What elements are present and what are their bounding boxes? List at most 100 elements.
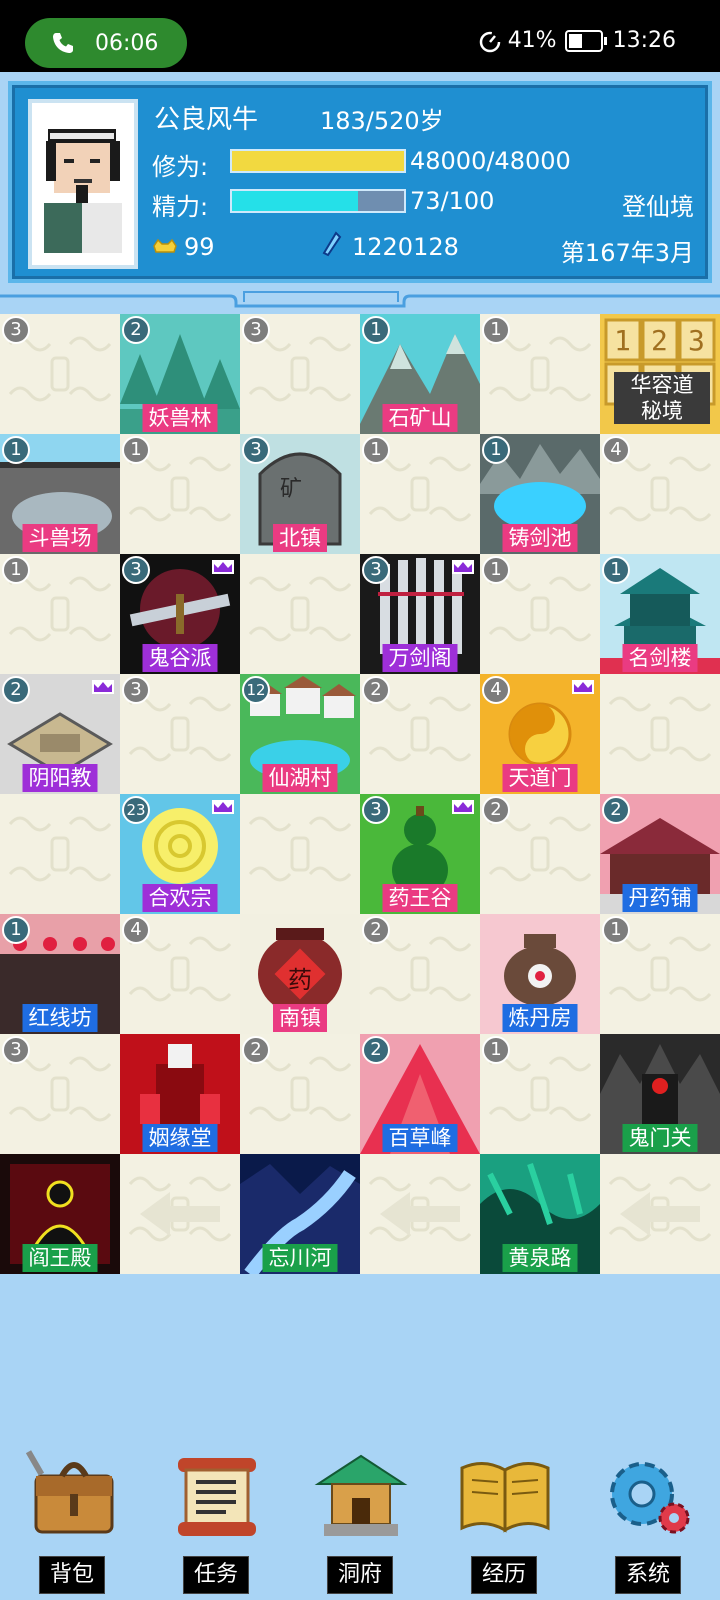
visit-count-badge: 2 bbox=[362, 916, 390, 944]
map-tile-unexplored[interactable] bbox=[600, 1154, 720, 1274]
nav-history[interactable]: 经历 bbox=[444, 1440, 564, 1600]
visit-count-badge: 2 bbox=[242, 1036, 270, 1064]
bottom-nav: 背包 任务 洞府 经历 系统 bbox=[0, 1440, 720, 1600]
map-location[interactable]: 南镇药 bbox=[240, 914, 360, 1034]
nav-cave-dwelling-label: 洞府 bbox=[326, 1556, 394, 1594]
cultivation-value: 48000/48000 bbox=[410, 147, 571, 175]
cultivation-bar-fill bbox=[232, 151, 404, 171]
player-name: 公良风牛 bbox=[154, 105, 259, 135]
location-label: 百草峰 bbox=[382, 1124, 458, 1152]
map-location[interactable]: 2 妖兽林 bbox=[120, 314, 240, 434]
map-location[interactable]: 3 药王谷 bbox=[360, 794, 480, 914]
scroll-icon bbox=[178, 1458, 256, 1536]
map-location[interactable]: 1 红线坊 bbox=[0, 914, 120, 1034]
visit-count-badge: 23 bbox=[122, 796, 150, 824]
crown-icon bbox=[212, 800, 234, 814]
map-tile-unexplored[interactable]: 1 bbox=[360, 434, 480, 554]
location-label: 名剑楼 bbox=[622, 644, 698, 672]
nav-system[interactable]: 系统 bbox=[588, 1440, 708, 1600]
map-tile-unexplored[interactable]: 1 bbox=[480, 554, 600, 674]
puzzle-digit: 2 bbox=[651, 324, 668, 357]
crown-icon bbox=[452, 800, 474, 814]
map-tile-unexplored[interactable]: 2 bbox=[360, 674, 480, 794]
visit-count-badge: 1 bbox=[122, 436, 150, 464]
map-location[interactable]: 黄泉路 bbox=[480, 1154, 600, 1274]
map-location[interactable]: 2 丹药铺 bbox=[600, 794, 720, 914]
map-location[interactable]: 忘川河 bbox=[240, 1154, 360, 1274]
map-location[interactable]: 2 百草峰 bbox=[360, 1034, 480, 1154]
visit-count-badge: 1 bbox=[602, 916, 630, 944]
map-location[interactable]: 3 鬼谷派 bbox=[120, 554, 240, 674]
location-label: 阴阳教 bbox=[22, 764, 98, 792]
map-tile-unexplored[interactable]: 1 bbox=[480, 1034, 600, 1154]
map-location[interactable]: 姻缘堂 bbox=[120, 1034, 240, 1154]
ongoing-call-pill[interactable]: 06:06 bbox=[25, 18, 187, 68]
map-location[interactable]: 1 名剑楼 bbox=[600, 554, 720, 674]
visit-count-badge: 3 bbox=[122, 676, 150, 704]
location-label: 丹药铺 bbox=[622, 884, 698, 912]
nav-bag[interactable]: 背包 bbox=[12, 1440, 132, 1600]
location-label: 合欢宗 bbox=[142, 884, 218, 912]
map-tile-unexplored[interactable] bbox=[120, 1154, 240, 1274]
map-tile-unexplored[interactable]: 1 bbox=[480, 314, 600, 434]
map-location[interactable]: 1 斗兽场 bbox=[0, 434, 120, 554]
map-tile-unexplored[interactable] bbox=[240, 794, 360, 914]
map-tile-unexplored[interactable]: 2 bbox=[360, 914, 480, 1034]
map-tile-unexplored[interactable]: 1 bbox=[600, 914, 720, 1034]
map-location[interactable]: 1 石矿山 bbox=[360, 314, 480, 434]
map-tile-unexplored[interactable]: 3 bbox=[0, 1034, 120, 1154]
visit-count-badge: 12 bbox=[242, 676, 270, 704]
map-tile-unexplored[interactable]: 1 bbox=[0, 554, 120, 674]
world-map-grid: 3 2 妖兽林 3 1 石矿山 1 1 2 3 华容道 秘境 1 斗兽场 1 矿 3 北镇 1 1 铸剑池 4 1 3 鬼谷派… bbox=[0, 314, 720, 1274]
location-label: 铸剑池 bbox=[502, 524, 578, 552]
map-tile-unexplored[interactable] bbox=[600, 674, 720, 794]
book-icon bbox=[460, 1462, 550, 1533]
player-avatar[interactable] bbox=[28, 99, 138, 269]
map-location[interactable]: 23 合欢宗 bbox=[120, 794, 240, 914]
map-location[interactable]: 1 2 3 华容道 秘境 bbox=[600, 314, 720, 434]
energy-label: 精力: bbox=[152, 193, 209, 221]
map-location[interactable]: 炼丹房 bbox=[480, 914, 600, 1034]
map-tile-unexplored[interactable] bbox=[240, 554, 360, 674]
crown-icon bbox=[92, 680, 114, 694]
arrow-left-icon bbox=[140, 1192, 220, 1236]
crown-icon bbox=[212, 560, 234, 574]
map-location[interactable]: 4 天道门 bbox=[480, 674, 600, 794]
nav-quest[interactable]: 任务 bbox=[156, 1440, 276, 1600]
gold-ingot-icon bbox=[153, 238, 177, 253]
map-tile-unexplored[interactable] bbox=[360, 1154, 480, 1274]
map-tile-unexplored[interactable]: 2 bbox=[240, 1034, 360, 1154]
map-tile-unexplored[interactable]: 3 bbox=[120, 674, 240, 794]
crown-icon bbox=[572, 680, 594, 694]
location-label: 阎王殿 bbox=[22, 1244, 98, 1272]
energy-value: 73/100 bbox=[410, 187, 495, 215]
bag-icon bbox=[26, 1450, 114, 1534]
visit-count-badge: 1 bbox=[362, 436, 390, 464]
player-age: 183/520岁 bbox=[320, 107, 444, 135]
visit-count-badge: 1 bbox=[602, 556, 630, 584]
map-tile-unexplored[interactable]: 2 bbox=[480, 794, 600, 914]
visit-count-badge: 2 bbox=[362, 676, 390, 704]
map-tile-unexplored[interactable]: 1 bbox=[120, 434, 240, 554]
visit-count-badge: 2 bbox=[602, 796, 630, 824]
map-location[interactable]: 1 铸剑池 bbox=[480, 434, 600, 554]
map-location[interactable]: 3 万剑阁 bbox=[360, 554, 480, 674]
map-location[interactable]: 12 仙湖村 bbox=[240, 674, 360, 794]
gold-count: 99 bbox=[184, 233, 215, 261]
map-tile-unexplored[interactable] bbox=[0, 794, 120, 914]
map-tile-unexplored[interactable]: 3 bbox=[240, 314, 360, 434]
map-location[interactable]: 阎王殿 bbox=[0, 1154, 120, 1274]
map-location[interactable]: 矿 3 北镇 bbox=[240, 434, 360, 554]
map-tile-unexplored[interactable]: 4 bbox=[600, 434, 720, 554]
visit-count-badge: 2 bbox=[2, 676, 30, 704]
visit-count-badge: 1 bbox=[482, 316, 510, 344]
map-location[interactable]: 鬼门关 bbox=[600, 1034, 720, 1154]
nav-cave-dwelling[interactable]: 洞府 bbox=[300, 1440, 420, 1600]
map-tile-unexplored[interactable]: 4 bbox=[120, 914, 240, 1034]
phone-icon bbox=[53, 33, 73, 53]
energy-bar bbox=[230, 189, 406, 213]
map-tile-unexplored[interactable]: 3 bbox=[0, 314, 120, 434]
visit-count-badge: 1 bbox=[482, 556, 510, 584]
map-location[interactable]: 2 阴阳教 bbox=[0, 674, 120, 794]
visit-count-badge: 1 bbox=[362, 316, 390, 344]
